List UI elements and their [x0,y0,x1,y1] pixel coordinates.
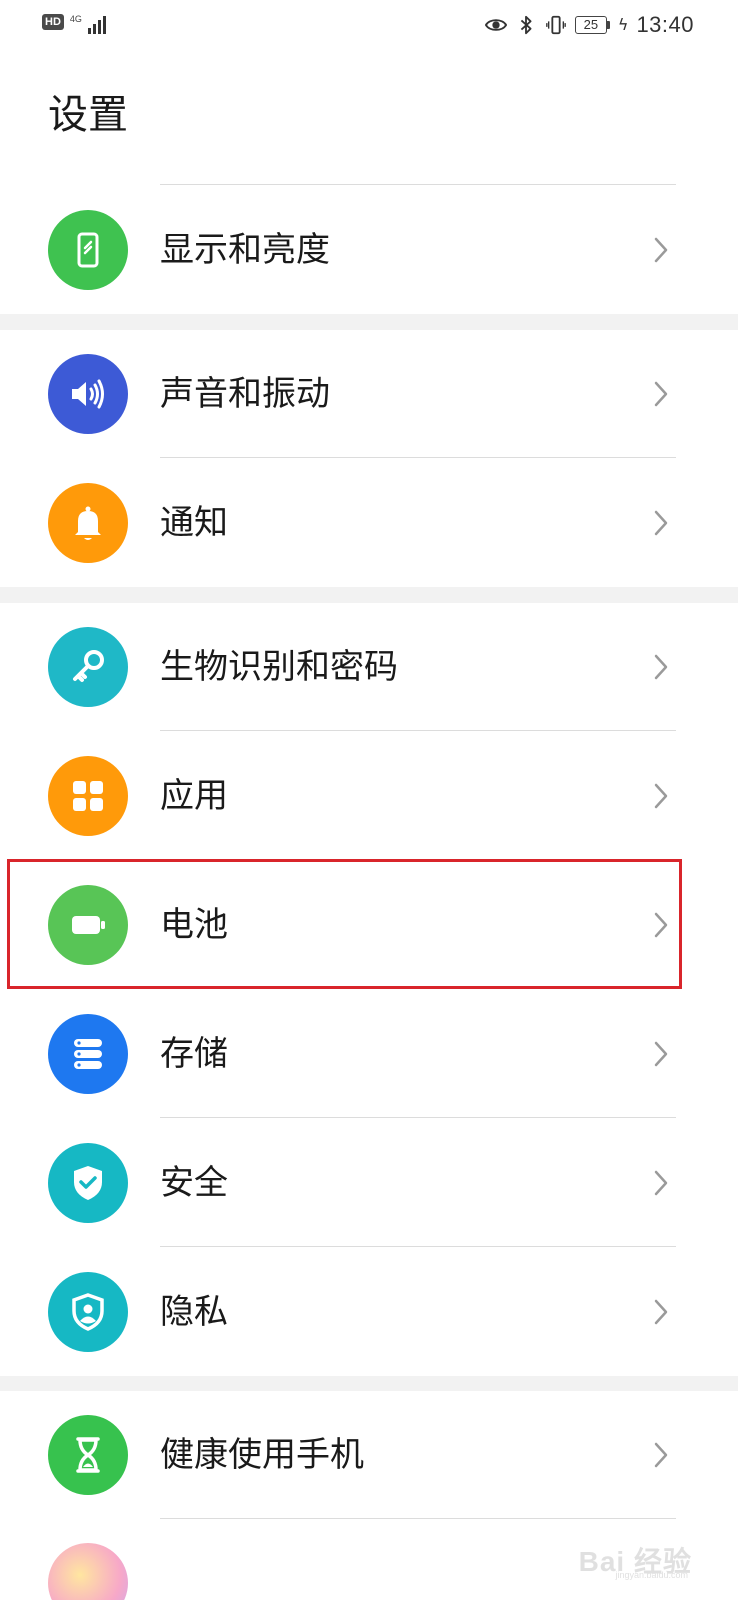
next-item-icon-partial [48,1543,128,1600]
settings-item-biometrics[interactable]: 生物识别和密码 [0,603,738,731]
settings-item-label: 通知 [160,503,228,543]
chevron-right-icon [654,1299,668,1325]
settings-item-label: 声音和振动 [160,374,330,414]
vibrate-icon [546,15,566,35]
chevron-right-icon [654,783,668,809]
settings-item-notification[interactable]: 通知 [0,459,738,587]
watermark: Bai 经验 jingyan.baidu.com [542,1534,692,1580]
settings-item-label: 存储 [160,1034,228,1074]
status-bar: HD 4G 25 ϟ 13:40 [0,0,738,50]
chevron-right-icon [654,1170,668,1196]
bluetooth-icon [520,15,532,35]
settings-item-label: 健康使用手机 [160,1435,364,1475]
storage-icon-circle [48,1014,128,1094]
shield-check-icon [74,1166,102,1200]
battery-level: 25 [574,16,607,34]
row-separator [160,1246,676,1247]
chevron-right-icon [654,912,668,938]
settings-item-label: 生物识别和密码 [160,647,398,687]
hourglass-icon [76,1437,100,1473]
chevron-right-icon [654,1041,668,1067]
notification-icon-circle [48,483,128,563]
eye-icon [484,19,507,31]
settings-item-display[interactable]: 显示和亮度 [0,186,738,314]
watermark-subtext: jingyan.baidu.com [615,1570,688,1580]
settings-item-label: 显示和亮度 [160,230,330,270]
charging-icon: ϟ [617,15,629,34]
chevron-right-icon [654,510,668,536]
biometrics-icon-circle [48,627,128,707]
shield-user-icon [72,1293,104,1331]
settings-item-privacy[interactable]: 隐私 [0,1248,738,1376]
sound-icon-circle [48,354,128,434]
battery-icon [72,916,105,934]
battery-indicator: 25 [574,16,610,34]
battery-icon-circle [48,885,128,965]
security-icon-circle [48,1143,128,1223]
status-left: HD 4G [42,14,106,34]
settings-item-sound[interactable]: 声音和振动 [0,330,738,458]
settings-item-digital-balance[interactable]: 健康使用手机 [0,1391,738,1519]
digital-balance-icon-circle [48,1415,128,1495]
settings-item-apps[interactable]: 应用 [0,732,738,860]
divider [160,184,676,185]
signal-icon [87,14,106,34]
network-type: 4G [69,14,82,24]
apps-icon-circle [48,756,128,836]
row-separator [160,1117,676,1118]
storage-icon [74,1039,102,1069]
hd-badge: HD [42,14,64,30]
privacy-icon-circle [48,1272,128,1352]
settings-item-label: 应用 [160,776,228,816]
settings-item-security[interactable]: 安全 [0,1119,738,1247]
row-separator [160,1518,676,1519]
chevron-right-icon [654,654,668,680]
battery-tip [606,21,610,29]
display-icon-circle [48,210,128,290]
row-separator [160,457,676,458]
status-right: 25 ϟ 13:40 [484,12,694,38]
key-icon [73,650,104,682]
speaker-icon [72,379,104,409]
clock: 13:40 [636,12,694,37]
group-divider [0,314,738,330]
grid-icon [73,781,103,811]
bell-icon [75,506,101,540]
group-divider [0,587,738,603]
chevron-right-icon [654,1442,668,1468]
settings-item-battery[interactable]: 电池 [0,861,738,989]
phone-screen-icon [77,232,99,268]
chevron-right-icon [654,381,668,407]
row-separator [160,730,676,731]
settings-item-label: 电池 [160,905,228,945]
settings-item-storage[interactable]: 存储 [0,990,738,1118]
chevron-right-icon [654,237,668,263]
settings-item-label: 隐私 [160,1292,228,1332]
page-title: 设置 [48,92,128,138]
group-divider [0,1375,738,1391]
settings-item-label: 安全 [160,1163,228,1203]
